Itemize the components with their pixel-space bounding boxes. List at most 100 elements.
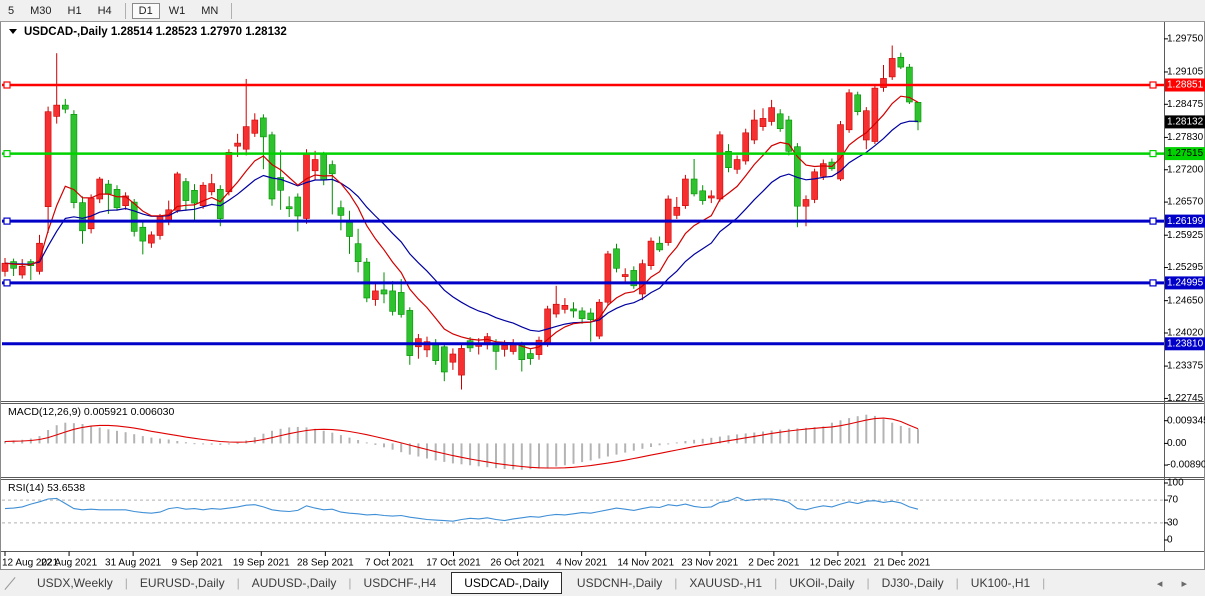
candle-body	[242, 126, 250, 150]
tab-dj30-daily[interactable]: DJ30-,Daily	[871, 573, 955, 593]
timeframe-button-h4[interactable]: H4	[91, 3, 119, 19]
tab-ukoil-daily[interactable]: UKOil-,Daily	[778, 573, 865, 593]
line-handle[interactable]	[3, 150, 11, 158]
date-label: 4 Nov 2021	[556, 558, 608, 569]
timeframe-button-h1[interactable]: H1	[61, 3, 89, 19]
macd-histogram-bar	[830, 422, 833, 444]
macd-histogram-bar	[451, 443, 454, 464]
line-handle[interactable]	[3, 279, 11, 287]
tab-audusd-daily[interactable]: AUDUSD-,Daily	[241, 573, 348, 593]
candle-body	[87, 197, 95, 230]
macd-histogram-bar	[469, 443, 472, 466]
date-label: 21 Dec 2021	[874, 558, 931, 569]
candle-body	[389, 290, 396, 312]
price-axis-label: 1.29750	[1167, 34, 1204, 45]
mt4-window: 5 M30 H1 H4 D1 W1 MN 1.29750 1.29105 1.28475 1.27…	[0, 0, 1205, 596]
timeframe-button-5[interactable]: 5	[1, 3, 21, 19]
tab-usdchf-h4[interactable]: USDCHF-,H4	[353, 573, 448, 593]
date-label: 22 Aug 2021	[41, 558, 98, 569]
candle-body	[380, 289, 388, 295]
candle-body	[716, 134, 724, 200]
timeframe-button-mn[interactable]: MN	[194, 3, 225, 19]
macd-histogram-bar	[675, 442, 678, 444]
candle-body	[105, 183, 112, 195]
date-label: 17 Oct 2021	[426, 558, 481, 569]
date-label: 19 Sep 2021	[233, 558, 290, 569]
macd-histogram-bar	[210, 443, 213, 445]
macd-histogram-bar	[348, 437, 351, 444]
macd-histogram-bar	[495, 443, 497, 469]
macd-histogram-bar	[21, 439, 24, 444]
macd-axis-label: 0.009345	[1167, 415, 1205, 426]
tab-scroll-arrows[interactable]: ◂ ▸	[1157, 577, 1195, 590]
candle-body	[897, 56, 905, 68]
candle-body	[544, 308, 551, 345]
price-chart: 1.29750 1.29105 1.28475 1.27830 1.27200 1.265…	[0, 22, 1205, 569]
tab-separator: |	[1042, 576, 1046, 590]
price-badge-label: 1.27515	[1167, 148, 1204, 159]
macd-histogram-bar	[658, 443, 661, 446]
macd-histogram-bar	[873, 415, 876, 444]
macd-histogram-bar	[107, 429, 110, 444]
line-handle[interactable]	[1149, 217, 1157, 225]
candle-body	[707, 195, 715, 199]
candle-body	[251, 119, 259, 134]
price-badge-label: 1.28132	[1167, 117, 1204, 128]
tab-eurusd-daily[interactable]: EURUSD-,Daily	[129, 573, 236, 593]
macd-histogram-bar	[262, 433, 265, 444]
candle-body	[18, 266, 26, 276]
candle-body	[914, 102, 922, 123]
date-label: 12 Dec 2021	[810, 558, 867, 569]
timeframe-button-d1[interactable]: D1	[131, 2, 160, 19]
macd-histogram-bar	[822, 426, 825, 444]
candle-body	[53, 104, 61, 117]
line-handle[interactable]	[3, 81, 11, 89]
macd-histogram-bar	[589, 443, 592, 461]
macd-histogram-bar	[322, 430, 325, 444]
line-handle[interactable]	[1149, 81, 1157, 89]
macd-histogram-bar	[581, 443, 584, 463]
timeframe-button-w1[interactable]: W1	[162, 3, 193, 19]
candle-body	[268, 134, 276, 200]
candle-body	[61, 104, 69, 110]
macd-histogram-bar	[684, 441, 687, 444]
macd-histogram-bar	[805, 427, 807, 444]
macd-histogram-bar	[667, 443, 670, 445]
price-badge-label: 1.28851	[1167, 80, 1204, 91]
line-handle[interactable]	[3, 217, 11, 225]
candle-body	[96, 178, 103, 200]
macd-histogram-bar	[572, 443, 575, 464]
macd-histogram-bar	[693, 439, 696, 444]
tab-usdx-weekly[interactable]: USDX,Weekly	[26, 573, 124, 593]
price-axis-label: 1.25295	[1167, 262, 1204, 273]
candle-body	[79, 202, 86, 232]
macd-histogram-bar	[477, 443, 480, 467]
candle-body	[570, 308, 577, 312]
macd-histogram-bar	[331, 432, 334, 444]
candle-body	[440, 346, 448, 373]
candle-body	[10, 261, 17, 269]
tab-xauusd-h1[interactable]: XAUUSD-,H1	[678, 573, 773, 593]
chart-tabs-bar: USDX,Weekly | EURUSD-,Daily | AUDUSD-,Daily |…	[0, 569, 1205, 596]
macd-histogram-bar	[227, 443, 230, 445]
tab-usdcnh-daily[interactable]: USDCNH-,Daily	[566, 573, 673, 593]
macd-histogram-bar	[563, 443, 566, 466]
macd-histogram-bar	[891, 422, 894, 444]
candle-body	[690, 178, 698, 195]
price-axis-label: 1.28475	[1167, 99, 1204, 110]
date-label: 31 Aug 2021	[105, 558, 162, 569]
date-label: 2 Dec 2021	[748, 558, 800, 569]
tab-usdcad-daily[interactable]: USDCAD-,Daily	[451, 572, 562, 594]
line-handle[interactable]	[1149, 279, 1157, 287]
macd-histogram-bar	[839, 420, 842, 444]
date-label: 14 Nov 2021	[617, 558, 674, 569]
tab-uk100-h1[interactable]: UK100-,H1	[960, 573, 1041, 593]
line-handle[interactable]	[1149, 150, 1157, 158]
timeframe-button-m30[interactable]: M30	[23, 3, 58, 19]
candle-body	[587, 312, 595, 320]
macd-histogram-bar	[520, 443, 523, 470]
candle-body	[294, 196, 302, 217]
price-axis-label: 1.27830	[1167, 132, 1204, 143]
macd-histogram-bar	[90, 425, 93, 444]
candle-body	[208, 183, 215, 193]
